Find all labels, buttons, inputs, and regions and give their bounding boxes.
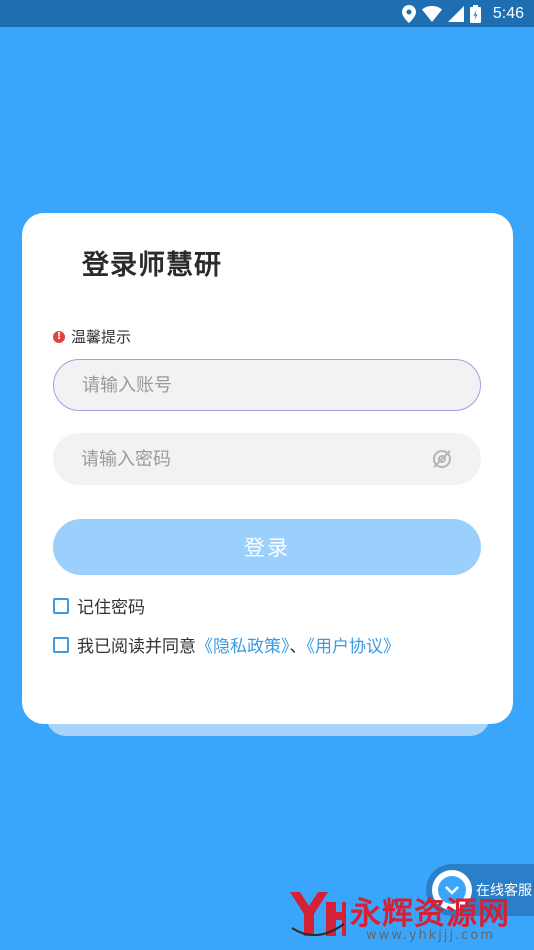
privacy-policy-link[interactable]: 《隐私政策》	[196, 637, 290, 657]
account-field[interactable]	[53, 359, 481, 411]
remember-password-row[interactable]: 记住密码	[53, 593, 145, 618]
tip: ! 温馨提示	[53, 326, 131, 347]
agree-label: 我已阅读并同意	[77, 637, 196, 657]
page-title: 登录师慧研	[82, 250, 222, 281]
watermark: 永辉资源网 www.yhkjjj.com	[286, 884, 526, 946]
signal-icon	[447, 5, 464, 22]
battery-icon	[469, 4, 481, 23]
warning-icon: !	[53, 330, 65, 343]
location-icon	[401, 4, 416, 23]
status-bar: 5:46	[0, 0, 534, 27]
status-time: 5:46	[492, 4, 524, 22]
login-card: 登录师慧研 ! 温馨提示 登录 记住密码 我已阅读并同意《隐私政策》、《用户协议…	[22, 213, 513, 724]
remember-checkbox[interactable]	[53, 597, 69, 614]
password-field[interactable]	[53, 433, 481, 485]
agreement-row[interactable]: 我已阅读并同意《隐私政策》、《用户协议》	[53, 632, 400, 657]
watermark-text: 永辉资源网	[350, 896, 510, 932]
remember-label: 记住密码	[77, 598, 145, 618]
account-input[interactable]	[82, 374, 452, 396]
link-separator: 、	[289, 637, 307, 657]
login-button[interactable]: 登录	[53, 519, 481, 575]
watermark-url: www.yhkjjj.com	[366, 928, 496, 943]
tip-label: 温馨提示	[71, 328, 132, 346]
agree-checkbox[interactable]	[53, 636, 69, 653]
watermark-logo	[290, 892, 346, 936]
wifi-icon	[421, 5, 442, 22]
password-input[interactable]	[81, 448, 431, 470]
eye-off-icon[interactable]	[431, 448, 453, 470]
user-agreement-link[interactable]: 《用户协议》	[307, 637, 401, 657]
